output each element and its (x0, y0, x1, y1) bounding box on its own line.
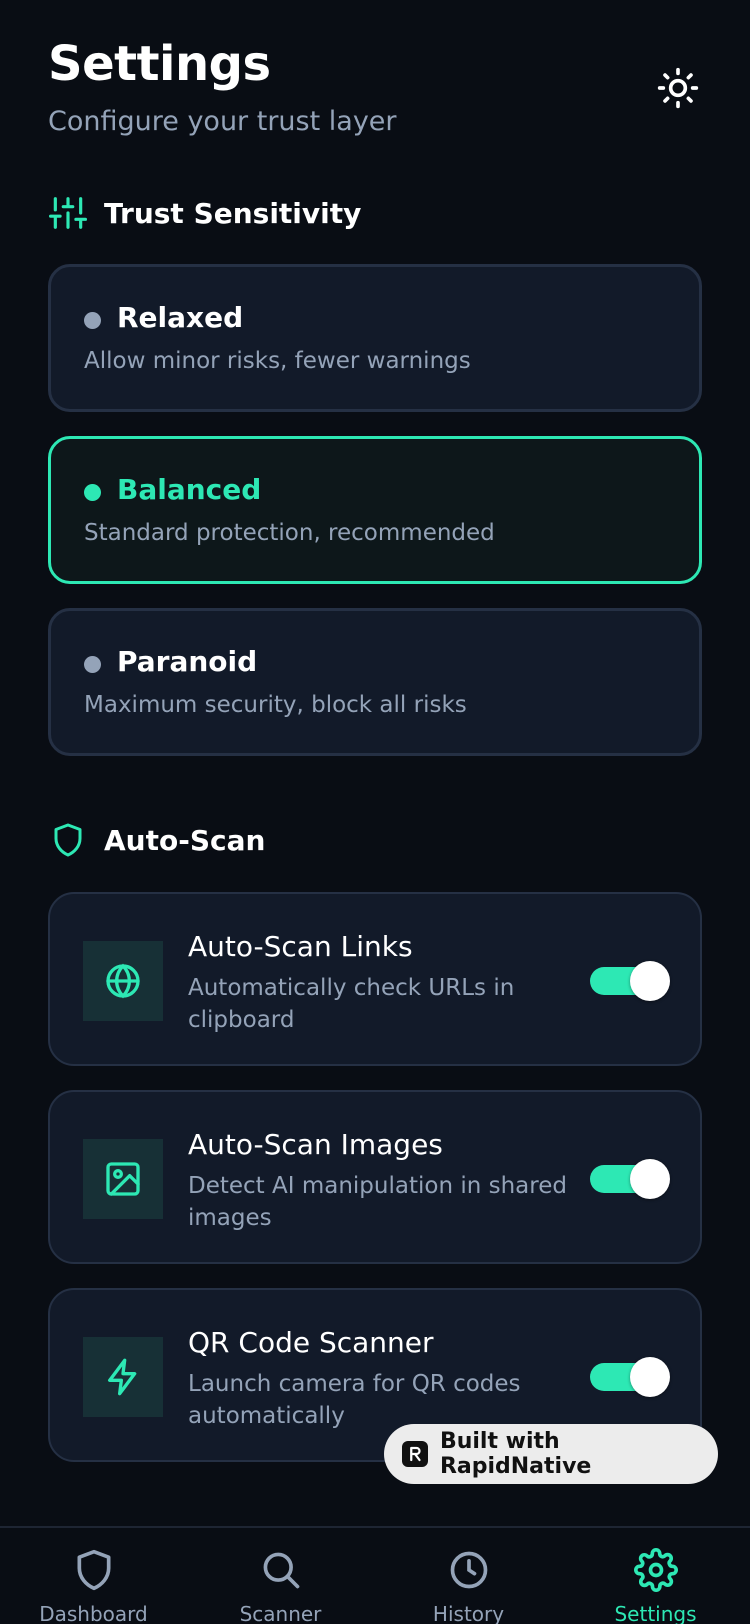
setting-auto-scan-images: Auto-Scan Images Detect AI manipulation … (48, 1090, 702, 1264)
auto-scan-images-toggle[interactable] (590, 1159, 670, 1199)
image-icon (106, 1162, 140, 1196)
setting-description: Launch camera for QR codes automatically (188, 1371, 521, 1429)
auto-scan-header: Auto-Scan (48, 820, 265, 860)
option-title: Relaxed (117, 301, 244, 334)
radio-dot (84, 656, 101, 673)
setting-icon-tile (83, 1139, 163, 1219)
globe-icon (106, 963, 140, 999)
option-title: Paranoid (117, 645, 258, 678)
page-title: Settings (48, 36, 271, 92)
option-description: Maximum security, block all risks (84, 692, 467, 718)
option-title: Balanced (117, 473, 262, 506)
nav-item-scanner[interactable]: Scanner (187, 1528, 374, 1624)
nav-item-history[interactable]: History (375, 1528, 562, 1624)
nav-item-settings[interactable]: Settings (562, 1528, 749, 1624)
sensitivity-option-relaxed[interactable]: Relaxed Allow minor risks, fewer warning… (48, 264, 702, 412)
toggle-knob (630, 1159, 670, 1199)
setting-description: Automatically check URLs in clipboard (188, 975, 515, 1033)
nav-label: Scanner (239, 1602, 322, 1624)
setting-title: QR Code Scanner (188, 1326, 434, 1359)
lightning-icon (108, 1358, 137, 1396)
page-subtitle: Configure your trust layer (48, 106, 397, 137)
setting-icon-tile (83, 941, 163, 1021)
clock-icon (445, 1546, 493, 1594)
option-description: Allow minor risks, fewer warnings (84, 348, 471, 374)
toggle-knob (630, 961, 670, 1001)
auto-scan-links-toggle[interactable] (590, 961, 670, 1001)
trust-sensitivity-header: Trust Sensitivity (48, 193, 361, 233)
built-with-badge[interactable]: Built with RapidNative (384, 1424, 718, 1484)
sensitivity-option-balanced[interactable]: Balanced Standard protection, recommende… (48, 436, 702, 584)
shield-icon (48, 820, 88, 860)
sun-icon (657, 67, 699, 109)
section-label: Auto-Scan (104, 823, 266, 857)
gear-icon (632, 1546, 680, 1594)
radio-dot (84, 484, 101, 501)
sliders-icon (48, 193, 88, 233)
shield-icon (70, 1546, 118, 1594)
setting-description: Detect AI manipulation in shared images (188, 1173, 567, 1231)
nav-item-dashboard[interactable]: Dashboard (0, 1528, 187, 1624)
toggle-knob (630, 1357, 670, 1397)
setting-title: Auto-Scan Images (188, 1128, 443, 1161)
qr-code-scanner-toggle[interactable] (590, 1357, 670, 1397)
rapidnative-logo (402, 1441, 428, 1467)
nav-label: Dashboard (39, 1602, 148, 1624)
nav-label: History (432, 1602, 505, 1624)
setting-title: Auto-Scan Links (188, 930, 413, 963)
nav-label: Settings (614, 1602, 697, 1624)
settings-screen: Settings Configure your trust layer Trus… (0, 0, 750, 1624)
option-description: Standard protection, recommended (84, 520, 495, 546)
bottom-nav: Dashboard Scanner History Settings (0, 1526, 750, 1624)
setting-icon-tile (83, 1337, 163, 1417)
search-icon (257, 1546, 305, 1594)
section-label: Trust Sensitivity (104, 196, 362, 230)
setting-auto-scan-links: Auto-Scan Links Automatically check URLs… (48, 892, 702, 1066)
badge-label: Built with RapidNative (439, 1429, 592, 1479)
sensitivity-option-paranoid[interactable]: Paranoid Maximum security, block all ris… (48, 608, 702, 756)
theme-toggle-button[interactable] (654, 64, 702, 112)
radio-dot (84, 312, 101, 329)
